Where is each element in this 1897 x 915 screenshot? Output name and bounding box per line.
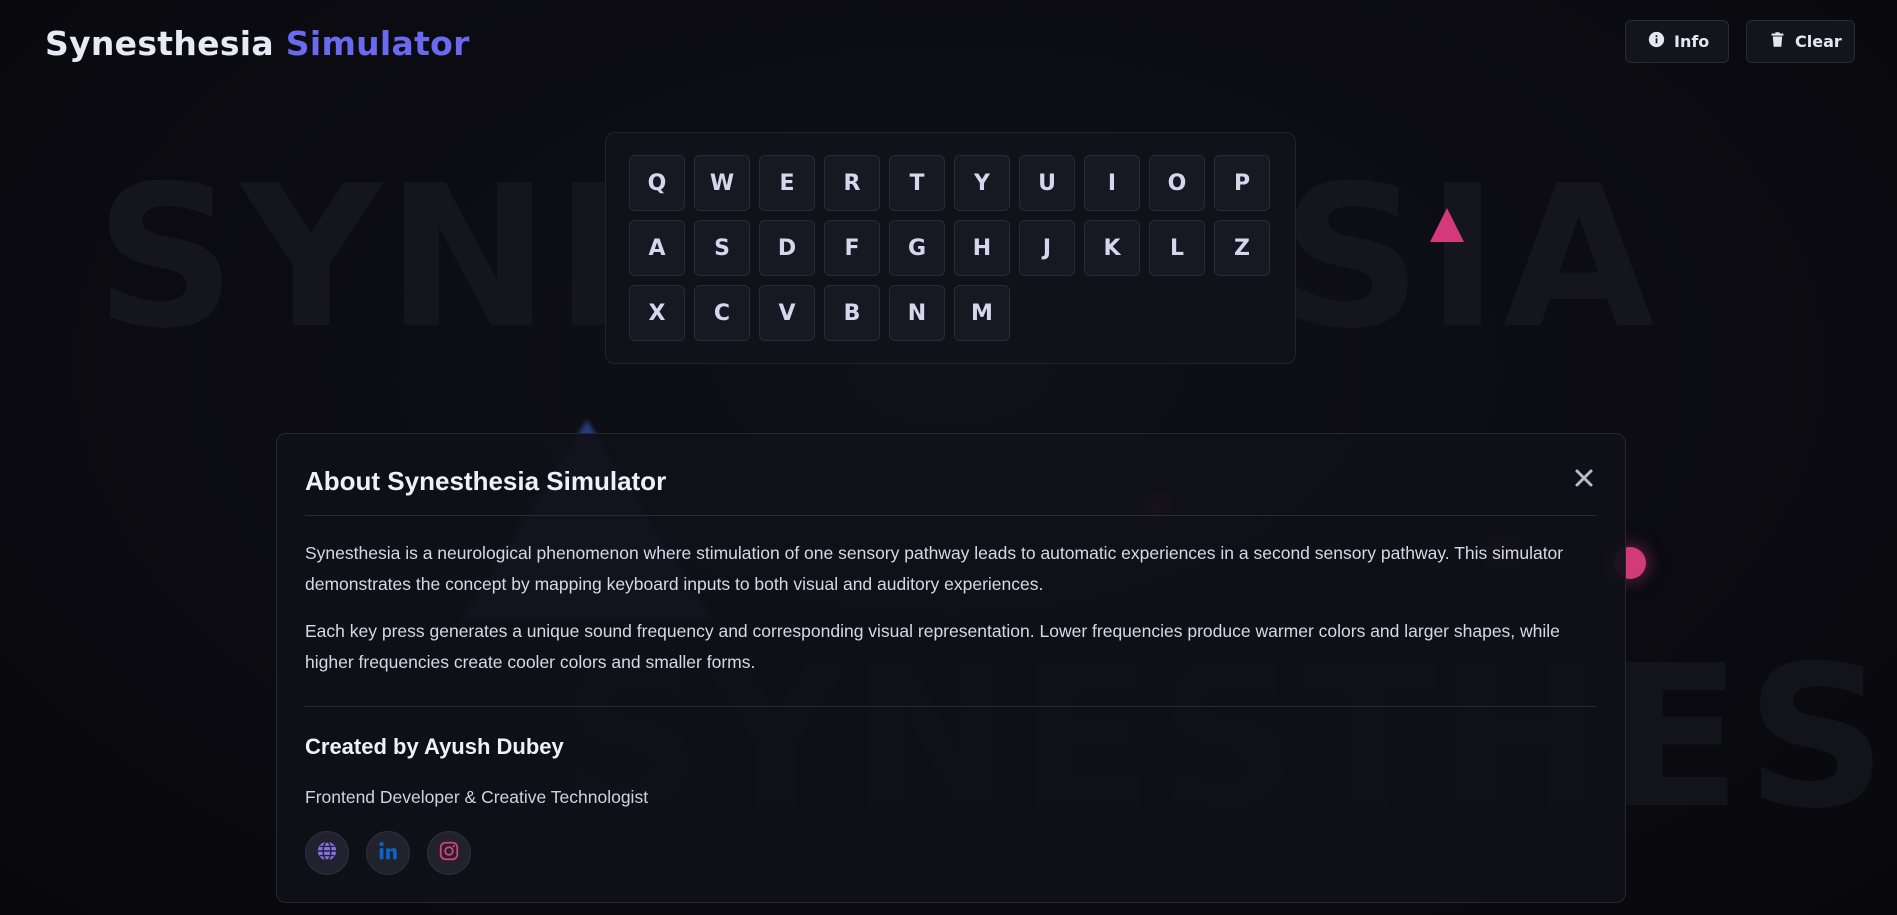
instagram-icon (438, 840, 460, 866)
clear-button[interactable]: Clear (1746, 20, 1855, 63)
about-paragraph-2: Each key press generates a unique sound … (305, 621, 1560, 672)
key-q[interactable]: Q (629, 155, 685, 211)
key-u[interactable]: U (1019, 155, 1075, 211)
key-k[interactable]: K (1084, 220, 1140, 276)
linkedin-link[interactable] (366, 831, 410, 875)
key-i[interactable]: I (1084, 155, 1140, 211)
virtual-keyboard: QWERTYUIOP ASDFGHJKLZ XCVBNM (605, 132, 1296, 364)
linkedin-icon (377, 840, 399, 866)
pink-triangle-shape (1430, 208, 1464, 242)
key-b[interactable]: B (824, 285, 880, 341)
key-f[interactable]: F (824, 220, 880, 276)
about-paragraph-1: Synesthesia is a neurological phenomenon… (305, 543, 1564, 594)
info-icon (1648, 31, 1665, 52)
key-m[interactable]: M (954, 285, 1010, 341)
info-button-label: Info (1674, 32, 1710, 51)
key-z[interactable]: Z (1214, 220, 1270, 276)
instagram-link[interactable] (427, 831, 471, 875)
key-h[interactable]: H (954, 220, 1010, 276)
key-n[interactable]: N (889, 285, 945, 341)
globe-icon (316, 840, 338, 866)
key-c[interactable]: C (694, 285, 750, 341)
modal-divider (305, 515, 1597, 516)
creator-role: Frontend Developer & Creative Technologi… (305, 787, 649, 807)
key-r[interactable]: R (824, 155, 880, 211)
app-title-word1: Synesthesia (45, 24, 274, 63)
modal-divider-creator (305, 706, 1597, 707)
key-o[interactable]: O (1149, 155, 1205, 211)
key-w[interactable]: W (694, 155, 750, 211)
key-d[interactable]: D (759, 220, 815, 276)
app-title: Synesthesia Simulator (45, 24, 470, 63)
key-y[interactable]: Y (954, 155, 1010, 211)
clear-button-label: Clear (1795, 32, 1842, 51)
key-v[interactable]: V (759, 285, 815, 341)
key-j[interactable]: J (1019, 220, 1075, 276)
creator-heading: Created by Ayush Dubey (305, 734, 564, 759)
key-e[interactable]: E (759, 155, 815, 211)
key-g[interactable]: G (889, 220, 945, 276)
key-p[interactable]: P (1214, 155, 1270, 211)
close-icon[interactable] (1571, 465, 1597, 491)
modal-title: About Synesthesia Simulator (305, 466, 667, 496)
key-s[interactable]: S (694, 220, 750, 276)
website-link[interactable] (305, 831, 349, 875)
app-title-word2: Simulator (285, 24, 470, 63)
key-x[interactable]: X (629, 285, 685, 341)
app-stage: SYNESTHESIA SYNESTHESIA Synesthesia Simu… (0, 0, 1897, 915)
key-l[interactable]: L (1149, 220, 1205, 276)
key-a[interactable]: A (629, 220, 685, 276)
about-modal: About Synesthesia Simulator Synesthesia … (276, 433, 1626, 903)
trash-icon (1769, 31, 1786, 52)
info-button[interactable]: Info (1625, 20, 1729, 63)
key-t[interactable]: T (889, 155, 945, 211)
